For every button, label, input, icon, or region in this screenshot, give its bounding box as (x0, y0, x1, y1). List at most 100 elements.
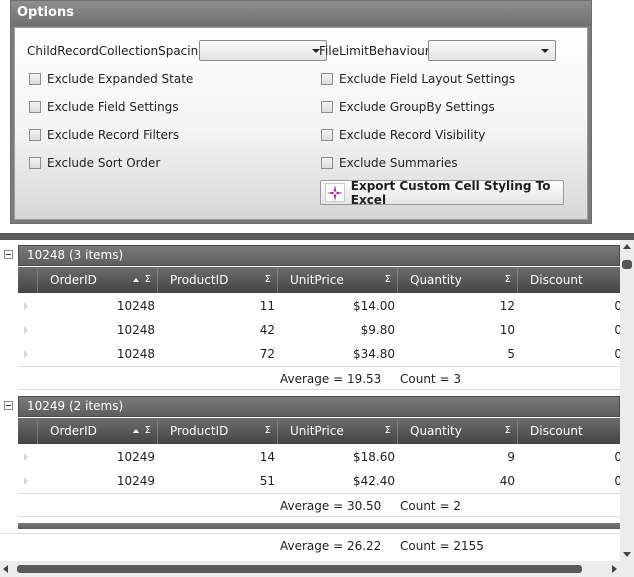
cell-discount[interactable]: 0 (518, 318, 622, 342)
checkbox-exclude-summaries[interactable]: Exclude Summaries (321, 155, 458, 171)
options-title: Options (11, 1, 591, 26)
checkbox-exclude-sort-order[interactable]: Exclude Sort Order (29, 155, 160, 171)
cell-unitprice[interactable]: $9.80 (278, 318, 395, 342)
chevron-down-icon (541, 49, 549, 53)
checkbox-box[interactable] (29, 157, 41, 169)
collapse-icon[interactable] (4, 250, 13, 259)
group-header-10248[interactable]: 10248 (3 items) (18, 245, 620, 266)
record-selector-icon (24, 326, 28, 334)
checkbox-box[interactable] (321, 73, 333, 85)
scrollbar-corner (620, 561, 634, 577)
scroll-right-icon[interactable] (612, 565, 617, 573)
grand-summary-average: Average = 26.22 (280, 539, 382, 553)
vertical-scrollbar[interactable] (620, 240, 634, 561)
cell-quantity[interactable]: 9 (398, 445, 515, 469)
column-header-unitprice[interactable]: UnitPrice Σ (278, 267, 398, 293)
cell-productid[interactable]: 11 (158, 294, 275, 318)
checkbox-box[interactable] (29, 73, 41, 85)
cell-orderid[interactable]: 10249 (38, 469, 155, 493)
checkbox-box[interactable] (29, 129, 41, 141)
cell-orderid[interactable]: 10248 (38, 294, 155, 318)
summary-sigma-icon[interactable]: Σ (385, 418, 391, 444)
table-row[interactable]: 10248 42 $9.80 10 0 (18, 318, 622, 342)
checkbox-label: Exclude Field Settings (47, 100, 179, 114)
cell-unitprice[interactable]: $42.40 (278, 469, 395, 493)
cell-productid[interactable]: 42 (158, 318, 275, 342)
cell-quantity[interactable]: 12 (398, 294, 515, 318)
summary-sigma-icon[interactable]: Σ (145, 418, 151, 444)
options-body: ChildRecordCollectionSpacing: FileLimitB… (14, 27, 588, 220)
sort-ascending-icon (133, 429, 139, 433)
grand-summary-count: Count = 2155 (400, 539, 484, 553)
cell-discount[interactable]: 0 (518, 342, 622, 366)
export-custom-cell-styling-button[interactable]: Export Custom Cell Styling To Excel (320, 178, 564, 207)
checkbox-box[interactable] (29, 101, 41, 113)
group-summary-row: Average = 30.50 Count = 2 (18, 493, 620, 517)
summary-sigma-icon[interactable]: Σ (265, 267, 271, 293)
cell-orderid[interactable]: 10249 (38, 445, 155, 469)
scroll-up-icon[interactable] (623, 244, 631, 249)
checkbox-box[interactable] (321, 157, 333, 169)
file-limit-dropdown[interactable] (428, 40, 556, 61)
summary-sigma-icon[interactable]: Σ (385, 267, 391, 293)
table-row[interactable]: 10248 72 $34.80 5 0 (18, 342, 622, 366)
checkbox-exclude-record-filters[interactable]: Exclude Record Filters (29, 127, 179, 143)
cell-unitprice[interactable]: $34.80 (278, 342, 395, 366)
horizontal-scroll-thumb[interactable] (17, 565, 582, 573)
column-header-orderid[interactable]: OrderID Σ (38, 267, 158, 293)
column-header-discount[interactable]: Discount (518, 267, 620, 293)
checkbox-box[interactable] (321, 129, 333, 141)
group-header-10249[interactable]: 10249 (2 items) (18, 396, 620, 417)
cell-orderid[interactable]: 10248 (38, 342, 155, 366)
table-row[interactable]: 10249 14 $18.60 9 0 (18, 445, 622, 469)
group-header-label: 10249 (2 items) (27, 399, 124, 413)
summary-sigma-icon[interactable]: Σ (505, 418, 511, 444)
column-header-row: OrderID Σ ProductID Σ UnitPrice Σ Quanti… (18, 267, 620, 293)
cell-productid[interactable]: 51 (158, 469, 275, 493)
sparkle-icon (325, 183, 345, 202)
checkbox-exclude-expanded-state[interactable]: Exclude Expanded State (29, 71, 193, 87)
collapse-icon[interactable] (4, 401, 13, 410)
summary-sigma-icon[interactable]: Σ (505, 267, 511, 293)
cell-unitprice[interactable]: $18.60 (278, 445, 395, 469)
checkbox-box[interactable] (321, 101, 333, 113)
checkbox-exclude-field-settings[interactable]: Exclude Field Settings (29, 99, 179, 115)
cell-unitprice[interactable]: $14.00 (278, 294, 395, 318)
table-row[interactable]: 10249 51 $42.40 40 0 (18, 469, 622, 493)
export-button-label: Export Custom Cell Styling To Excel (350, 178, 551, 207)
cell-quantity[interactable]: 40 (398, 469, 515, 493)
cell-productid[interactable]: 72 (158, 342, 275, 366)
table-row[interactable]: 10248 11 $14.00 12 0 (18, 294, 622, 318)
horizontal-scrollbar[interactable] (0, 561, 620, 577)
checkbox-label: Exclude GroupBy Settings (339, 100, 495, 114)
summary-average: Average = 30.50 (280, 499, 382, 513)
column-header-unitprice[interactable]: UnitPrice Σ (278, 418, 398, 444)
file-limit-label: FileLimitBehaviour: (319, 44, 434, 58)
summary-sigma-icon[interactable]: Σ (265, 418, 271, 444)
cell-discount[interactable]: 0 (518, 469, 622, 493)
summary-sigma-icon[interactable]: Σ (145, 267, 151, 293)
scroll-down-icon[interactable] (623, 552, 631, 557)
child-record-spacing-dropdown[interactable] (199, 40, 327, 61)
column-header-productid[interactable]: ProductID Σ (158, 267, 278, 293)
checkbox-label: Exclude Sort Order (47, 156, 161, 170)
record-selector-icon (24, 350, 28, 358)
column-header-orderid[interactable]: OrderID Σ (38, 418, 158, 444)
checkbox-exclude-record-visibility[interactable]: Exclude Record Visibility (321, 127, 485, 143)
cell-productid[interactable]: 14 (158, 445, 275, 469)
cell-quantity[interactable]: 10 (398, 318, 515, 342)
cell-discount[interactable]: 0 (518, 445, 622, 469)
checkbox-label: Exclude Record Visibility (339, 128, 486, 142)
column-header-productid[interactable]: ProductID Σ (158, 418, 278, 444)
cell-quantity[interactable]: 5 (398, 342, 515, 366)
cell-orderid[interactable]: 10248 (38, 318, 155, 342)
group-header-partial[interactable] (18, 523, 620, 529)
scroll-left-icon[interactable] (3, 565, 8, 573)
checkbox-exclude-field-layout-settings[interactable]: Exclude Field Layout Settings (321, 71, 515, 87)
vertical-scroll-thumb[interactable] (622, 260, 632, 269)
column-header-quantity[interactable]: Quantity Σ (398, 267, 518, 293)
cell-discount[interactable]: 0 (518, 294, 622, 318)
checkbox-exclude-groupby-settings[interactable]: Exclude GroupBy Settings (321, 99, 495, 115)
column-header-discount[interactable]: Discount (518, 418, 620, 444)
column-header-quantity[interactable]: Quantity Σ (398, 418, 518, 444)
